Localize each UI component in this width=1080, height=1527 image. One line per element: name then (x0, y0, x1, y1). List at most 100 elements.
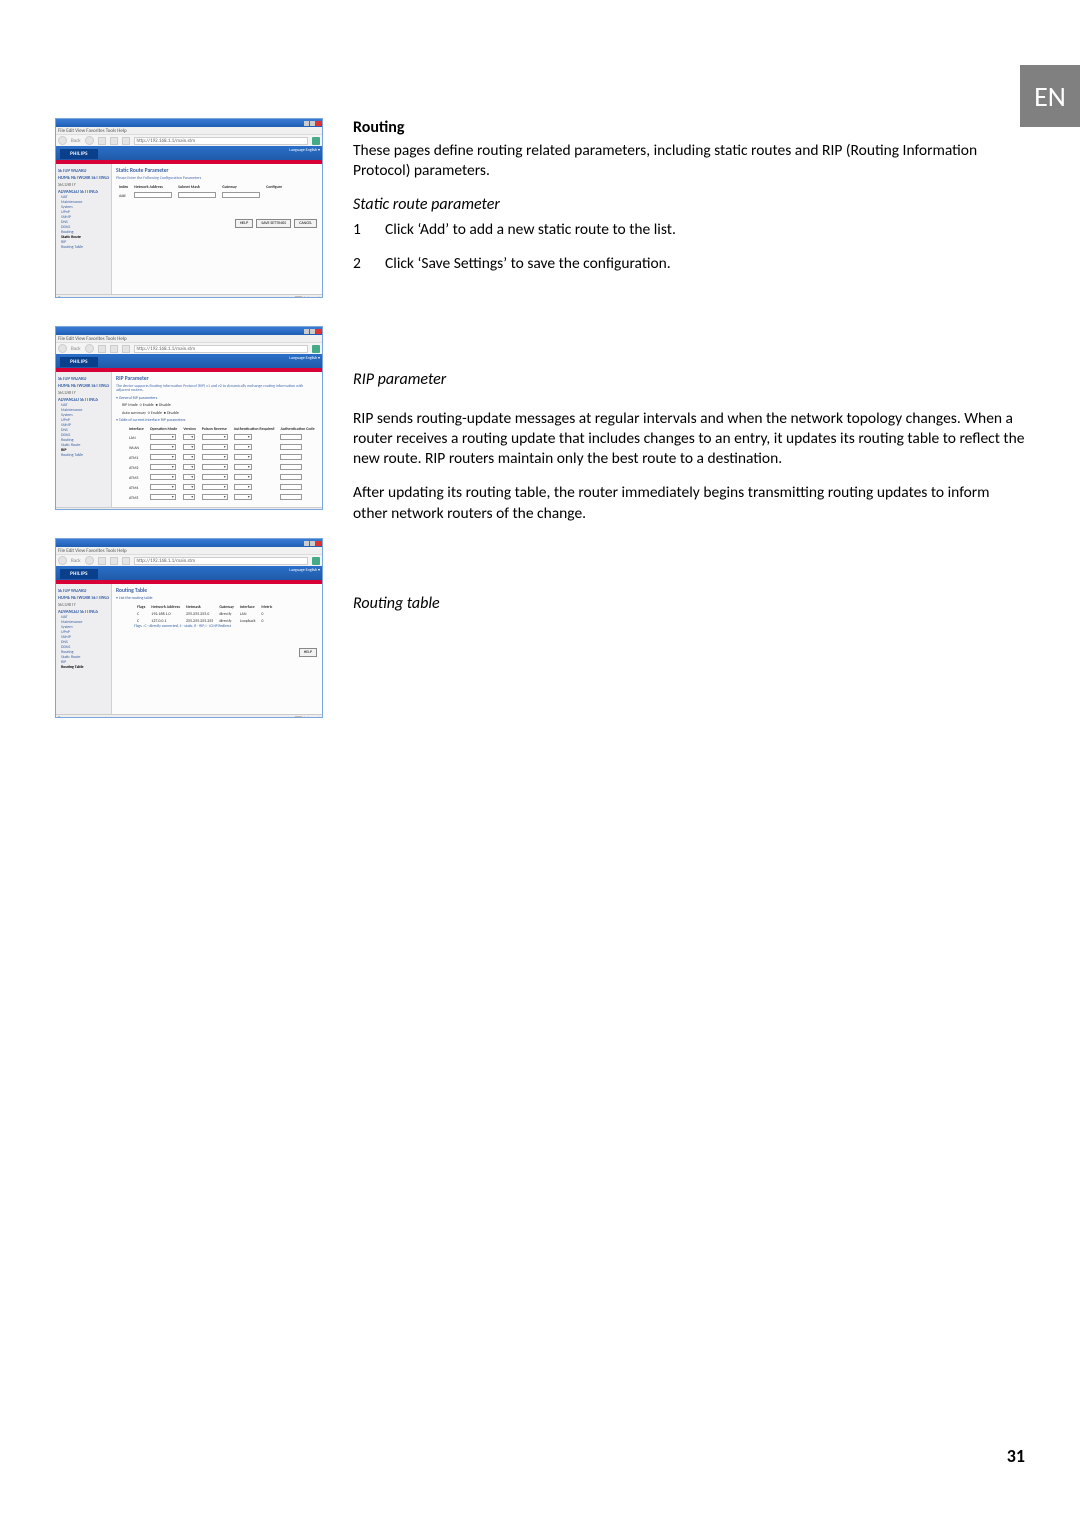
sidebar-group: SETUP WIZARD (58, 589, 109, 594)
select-field (150, 434, 176, 440)
table-row: C192.168.1.0255.255.255.0directlyLAN0 (134, 611, 275, 618)
col-header: Gateway (216, 604, 237, 611)
status-right: Internet (304, 296, 320, 299)
subgroup-label: • Table of current interface RIP paramet… (116, 419, 318, 423)
sidebar-group: SECURITY (58, 183, 109, 188)
table-row: ATM5 (126, 493, 318, 503)
panel-title: Static Route Parameter (116, 168, 318, 174)
subgroup-label: • General RIP parameters (116, 397, 318, 401)
input-field (280, 454, 302, 460)
step-number: 2 (353, 254, 367, 274)
maximize-icon (310, 541, 315, 546)
router-banner: PHILIPS Language English ▾ (56, 566, 322, 584)
static-route-table: Index Network Address Subnet Mask Gatewa… (116, 184, 285, 201)
input-field (280, 474, 302, 480)
auto-summary-label: Auto summary (122, 411, 146, 416)
select-field (183, 494, 195, 500)
status-text: Done (58, 296, 69, 299)
sidebar-group: HOME NETWORK SETTINGS (58, 596, 109, 601)
router-banner: PHILIPS Language English ▾ (56, 146, 322, 164)
panel-desc: • List the routing table (116, 597, 318, 601)
help-button: HELP (299, 648, 317, 657)
url-bar: http://192.168.1.1/main.stm (134, 137, 308, 145)
help-button: HELP (235, 219, 253, 228)
table-row: WLAN (126, 443, 318, 453)
input-field (280, 434, 302, 440)
close-icon (316, 121, 321, 126)
select-field (183, 444, 195, 450)
select-field (202, 464, 228, 470)
input-field (222, 192, 260, 198)
input-field (280, 494, 302, 500)
col-header: Network Address (131, 184, 175, 191)
back-label: Back (71, 138, 81, 144)
page-number: 31 (1007, 1445, 1025, 1467)
browser-toolbar: Back http://192.168.1.1/main.stm (56, 135, 322, 146)
select-field (234, 444, 252, 450)
go-icon (312, 345, 320, 353)
panel-desc: The device supports Routing Information … (116, 385, 318, 394)
subheading-routing-table: Routing table (353, 594, 1025, 615)
flags-legend: Flags : C - directly connected, S - stat… (134, 625, 318, 629)
rip-mode-label: RIP Mode (122, 403, 138, 408)
router-sidebar: SETUP WIZARD HOME NETWORK SETTINGS SECUR… (56, 372, 112, 507)
stop-icon (98, 557, 106, 565)
router-main: Routing Table • List the routing table F… (112, 584, 322, 714)
panel-desc: Please Enter the Following Configuration… (116, 177, 318, 181)
status-text: Done (58, 509, 69, 510)
status-bar: Done Internet (56, 294, 322, 298)
rip-paragraph-2: After updating its routing table, the ro… (353, 483, 1025, 523)
select-field (202, 434, 228, 440)
col-header: Authentication Required (231, 426, 278, 433)
internet-icon (295, 716, 302, 718)
select-field (150, 494, 176, 500)
home-icon (122, 345, 130, 353)
sidebar-item-selected: Routing Table (61, 665, 109, 670)
status-text: Done (58, 716, 69, 719)
language-tab: EN (1020, 65, 1080, 127)
browser-menu: File Edit View Favorites Tools Help (56, 335, 322, 343)
forward-icon (85, 136, 94, 145)
col-header: Network Address (148, 604, 183, 611)
url-bar: http://192.168.1.1/main.stm (134, 557, 308, 565)
select-field (150, 454, 176, 460)
input-field (280, 444, 302, 450)
table-row: ATM2 (126, 463, 318, 473)
select-field (202, 484, 228, 490)
col-header: Operation Mode (147, 426, 181, 433)
status-bar: Done Internet (56, 507, 322, 510)
browser-toolbar: Back http://192.168.1.1/main.stm (56, 555, 322, 566)
home-icon (122, 137, 130, 145)
select-field (150, 444, 176, 450)
select-field (183, 474, 195, 480)
window-titlebar (56, 119, 322, 127)
sidebar-group: SETUP WIZARD (58, 377, 109, 382)
router-banner: PHILIPS Language English ▾ (56, 354, 322, 372)
go-icon (312, 557, 320, 565)
input-field (178, 192, 216, 198)
table-row: ATM4 (126, 483, 318, 493)
save-settings-button: SAVE SETTINGS (256, 219, 291, 228)
internet-icon (295, 509, 302, 510)
heading-routing: Routing (353, 118, 1025, 139)
router-main: Static Route Parameter Please Enter the … (112, 164, 322, 294)
step-row: 2 Click ‘Save Settings’ to save the conf… (353, 254, 1025, 274)
back-icon (58, 136, 67, 145)
col-header: Authentication Code (277, 426, 317, 433)
static-route-steps: 1 Click ‘Add’ to add a new static route … (353, 220, 1025, 274)
rip-table: Interface Operation Mode Version Poison … (126, 426, 318, 503)
select-field (183, 454, 195, 460)
sidebar-item: Routing Table (61, 245, 109, 250)
forward-icon (85, 556, 94, 565)
maximize-icon (310, 121, 315, 126)
input-field (280, 484, 302, 490)
col-header: Index (116, 184, 131, 191)
refresh-icon (110, 137, 118, 145)
select-field (202, 444, 228, 450)
url-bar: http://192.168.1.1/main.stm (134, 345, 308, 353)
screenshot-routing-table: File Edit View Favorites Tools Help Back… (55, 538, 323, 718)
panel-title: Routing Table (116, 588, 318, 594)
screenshot-static-route: File Edit View Favorites Tools Help Back… (55, 118, 323, 298)
browser-menu: File Edit View Favorites Tools Help (56, 127, 322, 135)
select-field (234, 494, 252, 500)
